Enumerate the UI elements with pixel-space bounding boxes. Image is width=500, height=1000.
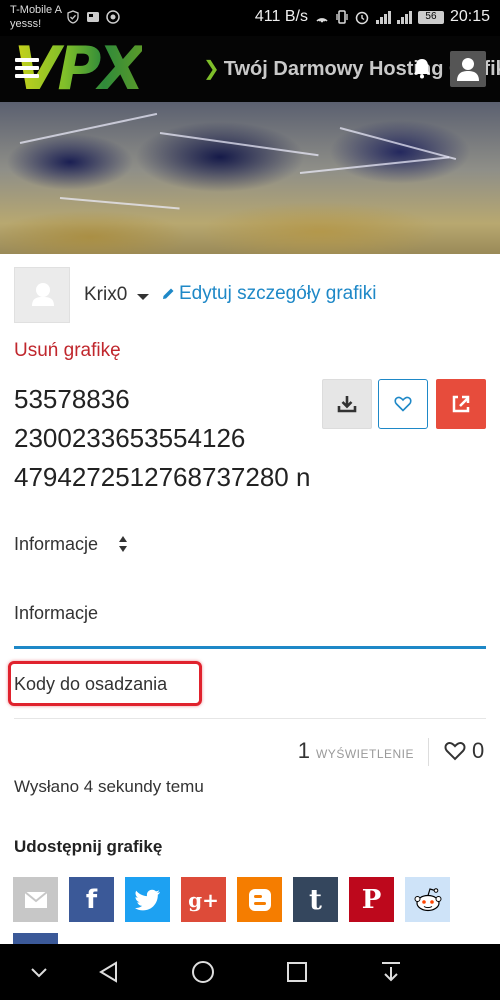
reddit-icon [414,887,441,911]
image-title-line: 2300233653554126 [14,423,246,453]
recent-apps-icon[interactable] [283,958,311,986]
share-tumblr-button[interactable]: t [293,877,338,922]
back-icon[interactable] [95,958,123,986]
clock: 20:15 [449,8,490,25]
upload-time: Wysłano 4 sekundy temu [14,777,204,796]
bell-icon[interactable] [410,56,434,80]
share-buttons: f g+ t P [13,877,450,922]
hotspot-icon [316,18,328,23]
envelope-icon [23,890,48,908]
system-navigation-bar [0,944,500,1000]
shield-icon [67,10,79,24]
share-email-button[interactable] [13,877,58,922]
chevron-right-icon: ❯ [203,58,220,80]
stats-separator [428,738,429,766]
download-button[interactable] [322,379,372,429]
share-icon [452,395,470,413]
share-twitter-button[interactable] [125,877,170,922]
author-name[interactable]: Krix0 [84,284,127,306]
active-tab-indicator [14,646,486,649]
sort-arrows-icon[interactable] [117,533,129,555]
user-menu-button[interactable] [450,51,486,87]
signal-4g-icon [396,10,412,24]
carrier-name: T-Mobile A yesss! [10,3,62,31]
share-facebook-button[interactable]: f [69,877,114,922]
share-blogger-button[interactable] [237,877,282,922]
heart-icon [444,742,466,761]
battery-level: 56 [425,10,437,22]
tumblr-icon: t [309,883,322,916]
likes-count: 0 [472,738,485,763]
status-bar: T-Mobile A yesss! 411 B/s 56 20:15 [0,0,500,36]
chevron-down-icon[interactable] [137,294,149,300]
notification-pull-icon[interactable] [377,958,405,986]
image-title-line: 4794272512768737280 n [14,462,311,492]
browser-icon [106,10,120,24]
image-title: 53578836 2300233653554126 47942725127687… [14,380,314,497]
cover-banner [0,102,500,254]
carrier-line-1: T-Mobile A [10,4,62,16]
download-icon [337,396,357,413]
carrier-line-2: yesss! [10,18,42,30]
share-pinterest-button[interactable]: P [349,877,394,922]
battery-icon: 56 [417,10,444,24]
gallery-icon [87,12,99,22]
image-title-line: 53578836 [14,384,130,414]
alarm-icon [355,11,369,25]
highlight-annotation [8,661,202,706]
chevron-down-icon[interactable] [25,958,53,986]
user-icon [457,58,479,81]
status-right: 411 B/s 56 20:15 [255,8,490,26]
facebook-icon: f [85,884,98,915]
notification-icons [66,10,120,24]
blogger-icon [248,888,271,911]
signal-icon [375,10,391,24]
views-label: WYŚWIETLENIE [315,747,414,761]
heart-icon [394,396,412,412]
pinterest-icon: P [361,884,382,915]
user-icon [32,283,54,306]
edit-label: Edytuj szczegóły grafiki [179,283,377,304]
google-plus-icon: g+ [188,887,219,912]
tab-selector[interactable]: Informacje [14,534,98,555]
network-speed: 411 B/s [254,8,308,25]
edit-image-details-link[interactable]: Edytuj szczegóły grafiki [162,283,376,305]
pencil-icon [163,288,174,299]
delete-image-link[interactable]: Usuń grafikę [14,340,121,362]
views-counter: 1 WYŚWIETLENIE [298,738,414,764]
share-section-title: Udostępnij grafikę [14,837,163,856]
share-google-plus-button[interactable]: g+ [181,877,226,922]
twitter-icon [134,889,160,910]
like-button[interactable] [378,379,428,429]
tab-information[interactable]: Informacje [14,603,98,624]
home-icon[interactable] [189,958,217,986]
likes-counter[interactable]: 0 [444,738,484,764]
views-count: 1 [297,738,310,763]
menu-icon[interactable] [15,58,39,78]
vibrate-icon [336,10,348,24]
app-header: VPX ❯ Twój Darmowy Hosting Grafik [0,36,500,102]
share-button[interactable] [436,379,486,429]
author-avatar[interactable] [14,267,70,323]
divider [14,718,486,719]
share-reddit-button[interactable] [405,877,450,922]
